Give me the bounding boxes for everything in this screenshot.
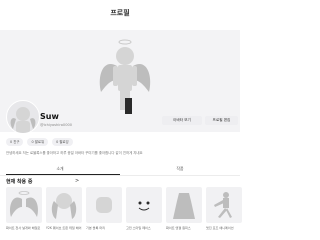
profile-description: 안녕하세요 저는 로블록스를 좋아하고 하루 종일 아바타 꾸미기를 좋아합니다… [6, 151, 143, 155]
profile-name: Suw [40, 112, 59, 121]
avatar-headshot [10, 107, 36, 133]
item-thumbnail [166, 187, 202, 223]
item-thumbnail [6, 187, 42, 223]
wings-icon [10, 191, 38, 217]
avatar-full-body [99, 39, 151, 114]
profile-stats: 0 친구 0 팔로워 0 팔로잉 [6, 138, 73, 146]
face-icon [138, 201, 150, 211]
profile-handle: @ichiyoshiro0000 [40, 123, 73, 127]
item-caption: 멋진 포즈 애니메이션 [206, 226, 234, 230]
list-item[interactable]: 고전 스마일 페이스 [126, 187, 162, 233]
hair-icon [51, 193, 77, 219]
view-avatar-button[interactable]: 아바타 보기 [162, 116, 202, 125]
tab-creations[interactable]: 작품 [120, 164, 240, 174]
item-caption: 고전 스마일 페이스 [126, 226, 151, 230]
tab-divider [0, 175, 240, 176]
item-caption: 기본 블록 머리 [86, 226, 106, 230]
followers-count[interactable]: 0 팔로워 [27, 138, 49, 146]
item-thumbnail [46, 187, 82, 223]
list-item[interactable]: 기본 블록 머리 [86, 187, 122, 233]
item-caption: 화이트 천사 날개와 헤일로 [6, 226, 41, 230]
item-thumbnail [206, 187, 242, 223]
list-item[interactable]: 화이트 엔젤 원피스 [166, 187, 202, 233]
profile-tabs: 소개 작품 [0, 164, 240, 176]
item-thumbnail [126, 187, 162, 223]
wearing-items-grid: 화이트 천사 날개와 헤일로 Y2K 웨이브 트윈 테일 헤어 기본 블록 머리 [6, 187, 242, 233]
tab-about[interactable]: 소개 [0, 164, 120, 174]
list-item[interactable]: 멋진 포즈 애니메이션 [206, 187, 242, 233]
following-count[interactable]: 0 팔로잉 [52, 138, 73, 146]
list-item[interactable]: 화이트 천사 날개와 헤일로 [6, 187, 42, 233]
list-item[interactable]: Y2K 웨이브 트윈 테일 헤어 [46, 187, 82, 233]
friends-count[interactable]: 0 친구 [6, 138, 24, 146]
head-icon [96, 197, 112, 213]
chevron-right-icon[interactable]: > [75, 178, 79, 184]
dress-icon [173, 193, 195, 219]
avatar[interactable] [6, 100, 40, 134]
item-caption: Y2K 웨이브 트윈 테일 헤어 [46, 226, 82, 230]
pose-icon [214, 192, 232, 218]
item-caption: 화이트 엔젤 원피스 [166, 226, 191, 230]
edit-profile-button[interactable]: 프로필 편집 [205, 116, 238, 125]
item-thumbnail [86, 187, 122, 223]
page-title: 프로필 [110, 9, 130, 17]
currently-wearing-title: 현재 착용 중 [6, 179, 33, 185]
